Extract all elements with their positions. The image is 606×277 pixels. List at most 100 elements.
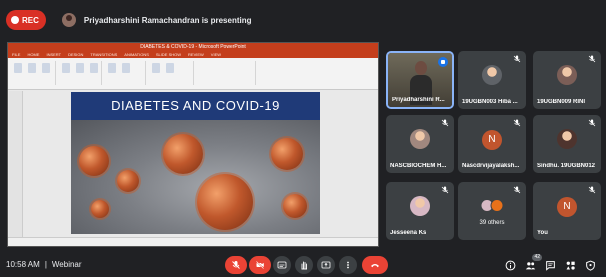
shield-icon xyxy=(585,260,595,271)
ribbon-group xyxy=(58,61,102,85)
ppt-tab: INSERT xyxy=(46,52,62,57)
meeting-details-button[interactable] xyxy=(503,258,517,272)
captions-button[interactable] xyxy=(273,256,291,274)
ribbon-button xyxy=(108,63,116,73)
presenter-avatar xyxy=(61,13,76,27)
avatar: N xyxy=(482,129,502,150)
bottom-bar: 10:58 AM | Webinar 42 xyxy=(0,252,606,277)
participant-tile[interactable]: 19UGBN009 RINI xyxy=(533,51,601,109)
avatar xyxy=(482,65,502,86)
mic-off-icon xyxy=(232,261,240,269)
hand-icon xyxy=(301,261,307,270)
participant-name: 19UGBN003 Hiba ... xyxy=(462,99,518,105)
speaking-indicator-icon xyxy=(438,57,448,67)
present-button[interactable] xyxy=(317,256,335,274)
slide-canvas: DIABETES AND COVID-19 xyxy=(71,92,320,234)
ppt-ribbon-tabs: FILE HOME INSERT DESIGN TRANSITIONS ANIM… xyxy=(8,51,378,58)
virus-graphic xyxy=(271,138,303,170)
ppt-tab: FILE xyxy=(12,52,21,57)
top-bar: REC Priyadharshini Ramachandran is prese… xyxy=(0,0,606,40)
presenter-text: Priyadharshini Ramachandran is presentin… xyxy=(83,15,252,25)
leave-call-button[interactable] xyxy=(362,256,388,274)
mic-muted-icon xyxy=(512,185,522,195)
ribbon-group xyxy=(10,61,56,85)
participant-name: 19UGBN009 RINI xyxy=(537,99,586,105)
clock: 10:58 AM xyxy=(6,260,40,269)
avatar xyxy=(410,196,430,217)
participant-tile[interactable]: N You xyxy=(533,182,601,240)
avatar xyxy=(557,129,577,150)
participant-head xyxy=(415,61,427,75)
participant-name: Priyadharshini R... xyxy=(392,97,445,103)
ribbon-button xyxy=(76,63,84,73)
virus-graphic xyxy=(79,146,109,176)
activities-button[interactable] xyxy=(563,258,577,272)
ribbon-group xyxy=(196,61,256,85)
recording-badge: REC xyxy=(6,10,46,30)
participant-tile[interactable]: Priyadharshini R... xyxy=(386,51,454,109)
avatar: N xyxy=(557,196,577,217)
virus-graphic xyxy=(163,134,203,174)
ppt-tab: VIEW xyxy=(210,52,222,57)
mic-muted-icon xyxy=(512,118,522,128)
people-icon xyxy=(525,261,535,269)
ribbon-group xyxy=(148,61,194,85)
activities-icon xyxy=(566,261,575,270)
presenter-indicator: Priyadharshini Ramachandran is presentin… xyxy=(61,13,252,27)
participant-tile[interactable]: Sindhu. 19UGBN012 xyxy=(533,115,601,173)
captions-icon xyxy=(277,261,287,269)
participant-tile[interactable]: NASCBIOCHEM H... xyxy=(386,115,454,173)
hang-up-icon xyxy=(371,264,379,268)
avatar xyxy=(490,199,504,213)
slide-title: DIABETES AND COVID-19 xyxy=(71,92,320,120)
mic-off-button[interactable] xyxy=(225,256,247,274)
ppt-tab: DESIGN xyxy=(68,52,84,57)
virus-graphic xyxy=(91,200,109,218)
separator: | xyxy=(44,260,47,269)
ppt-slide-panel xyxy=(9,91,23,237)
meeting-info: 10:58 AM | Webinar xyxy=(6,260,82,269)
virus-graphic xyxy=(283,194,307,218)
info-icon xyxy=(505,260,515,270)
participant-tile[interactable]: Jesseena Ks xyxy=(386,182,454,240)
ribbon-button xyxy=(42,63,50,73)
mic-muted-icon xyxy=(587,54,597,64)
chat-icon xyxy=(545,260,555,271)
virus-graphic xyxy=(197,174,253,230)
ppt-ribbon xyxy=(8,58,378,90)
avatar xyxy=(410,129,430,150)
ppt-tab: SLIDE SHOW xyxy=(155,52,182,57)
recording-dot-icon xyxy=(11,16,19,24)
ribbon-button xyxy=(14,63,22,73)
mic-muted-icon xyxy=(587,185,597,195)
ribbon-button xyxy=(122,63,130,73)
participant-name: You xyxy=(537,230,548,236)
recording-label: REC xyxy=(22,15,39,25)
shared-presentation[interactable]: DIABETES & COVID-19 - Microsoft PowerPoi… xyxy=(7,42,379,247)
raise-hand-button[interactable] xyxy=(295,256,313,274)
avatar xyxy=(557,65,577,86)
more-options-button[interactable] xyxy=(339,256,357,274)
ppt-tab: HOME xyxy=(27,52,40,57)
ppt-tab: REVIEW xyxy=(188,52,204,57)
ribbon-button xyxy=(152,63,160,73)
people-button[interactable]: 42 xyxy=(523,254,542,272)
meeting-name: Webinar xyxy=(51,260,82,269)
ppt-tab: TRANSITIONS xyxy=(90,52,118,57)
participant-tile[interactable]: N Nascdrvijayalaksh... xyxy=(458,115,526,173)
ribbon-button xyxy=(90,63,98,73)
mic-muted-icon xyxy=(512,54,522,64)
mic-muted-icon xyxy=(440,185,450,195)
more-vert-icon xyxy=(347,261,349,269)
participant-tile[interactable]: 39 others xyxy=(458,182,526,240)
host-controls-button[interactable] xyxy=(583,258,597,272)
chat-button[interactable] xyxy=(543,258,557,272)
participant-tile[interactable]: 19UGBN003 Hiba ... xyxy=(458,51,526,109)
ribbon-button xyxy=(62,63,70,73)
ppt-status-bar xyxy=(8,237,378,246)
mic-muted-icon xyxy=(587,118,597,128)
participant-name: NASCBIOCHEM H... xyxy=(390,163,447,169)
camera-off-button[interactable] xyxy=(249,256,271,274)
camera-off-icon xyxy=(256,261,264,269)
ribbon-group xyxy=(104,61,146,85)
